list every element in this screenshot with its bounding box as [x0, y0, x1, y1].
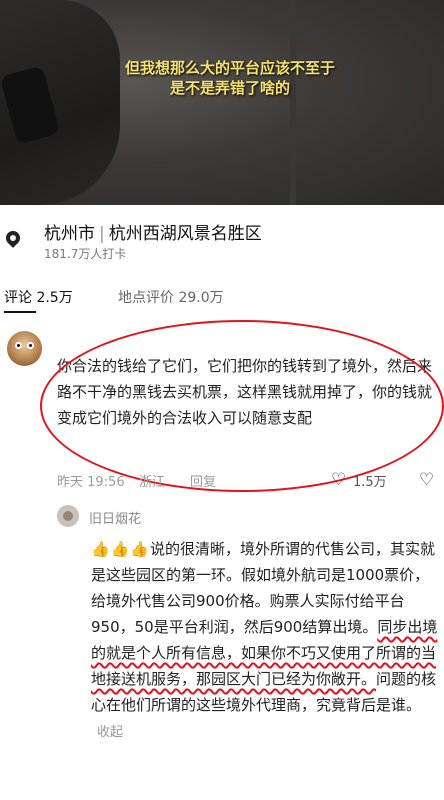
- reply-text: 👍👍👍说的很清晰，境外所谓的代售公司，其实就是这些园区的第一环。假如境外航司是1…: [91, 536, 439, 746]
- door-edge: [290, 0, 296, 205]
- broken-heart-icon[interactable]: ♡: [419, 470, 434, 490]
- avatar[interactable]: [7, 331, 42, 366]
- location-title: 杭州市 | 杭州西湖风景名胜区: [44, 219, 262, 244]
- location-checkins: 181.7万人打卡: [44, 247, 127, 261]
- comment-tabs: 评论 2.5万 地点评价 29.0万: [0, 287, 444, 313]
- thumbs-up-icons: 👍👍👍: [91, 540, 151, 558]
- video-frame[interactable]: 但我想那么大的平台应该不至于 是不是弄错了啥的: [0, 0, 444, 205]
- tab-place-reviews[interactable]: 地点评价 29.0万: [118, 287, 224, 307]
- reply-avatar[interactable]: [57, 505, 79, 527]
- reply-button[interactable]: 回复: [190, 471, 216, 490]
- reply-username[interactable]: 旧日烟花: [89, 508, 141, 527]
- collapse-button[interactable]: 收起: [97, 725, 123, 740]
- location-pin-icon: [3, 228, 23, 248]
- location-bar[interactable]: 杭州市 | 杭州西湖风景名胜区 181.7万人打卡: [0, 205, 444, 267]
- comment-time: 昨天 19:56: [57, 475, 125, 490]
- video-subtitle: 但我想那么大的平台应该不至于 是不是弄错了啥的: [60, 58, 400, 98]
- subtitle-line-1: 但我想那么大的平台应该不至于: [124, 59, 335, 77]
- active-tab-indicator: [4, 311, 36, 313]
- red-highlight-circle: [40, 320, 444, 492]
- subtitle-line-2: 是不是弄错了啥的: [169, 79, 290, 97]
- heart-icon[interactable]: ♡: [331, 470, 346, 490]
- location-place: 杭州西湖风景名胜区: [108, 224, 262, 244]
- tab-comments[interactable]: 评论 2.5万: [4, 287, 73, 307]
- location-city: 杭州市: [44, 224, 95, 244]
- comment-meta: 昨天 19:56 浙江 回复 ♡ 1.5万 ♡: [57, 470, 437, 493]
- comment-region: 浙江: [139, 475, 166, 490]
- like-count: 1.5万: [353, 475, 387, 490]
- location-separator: |: [99, 224, 105, 244]
